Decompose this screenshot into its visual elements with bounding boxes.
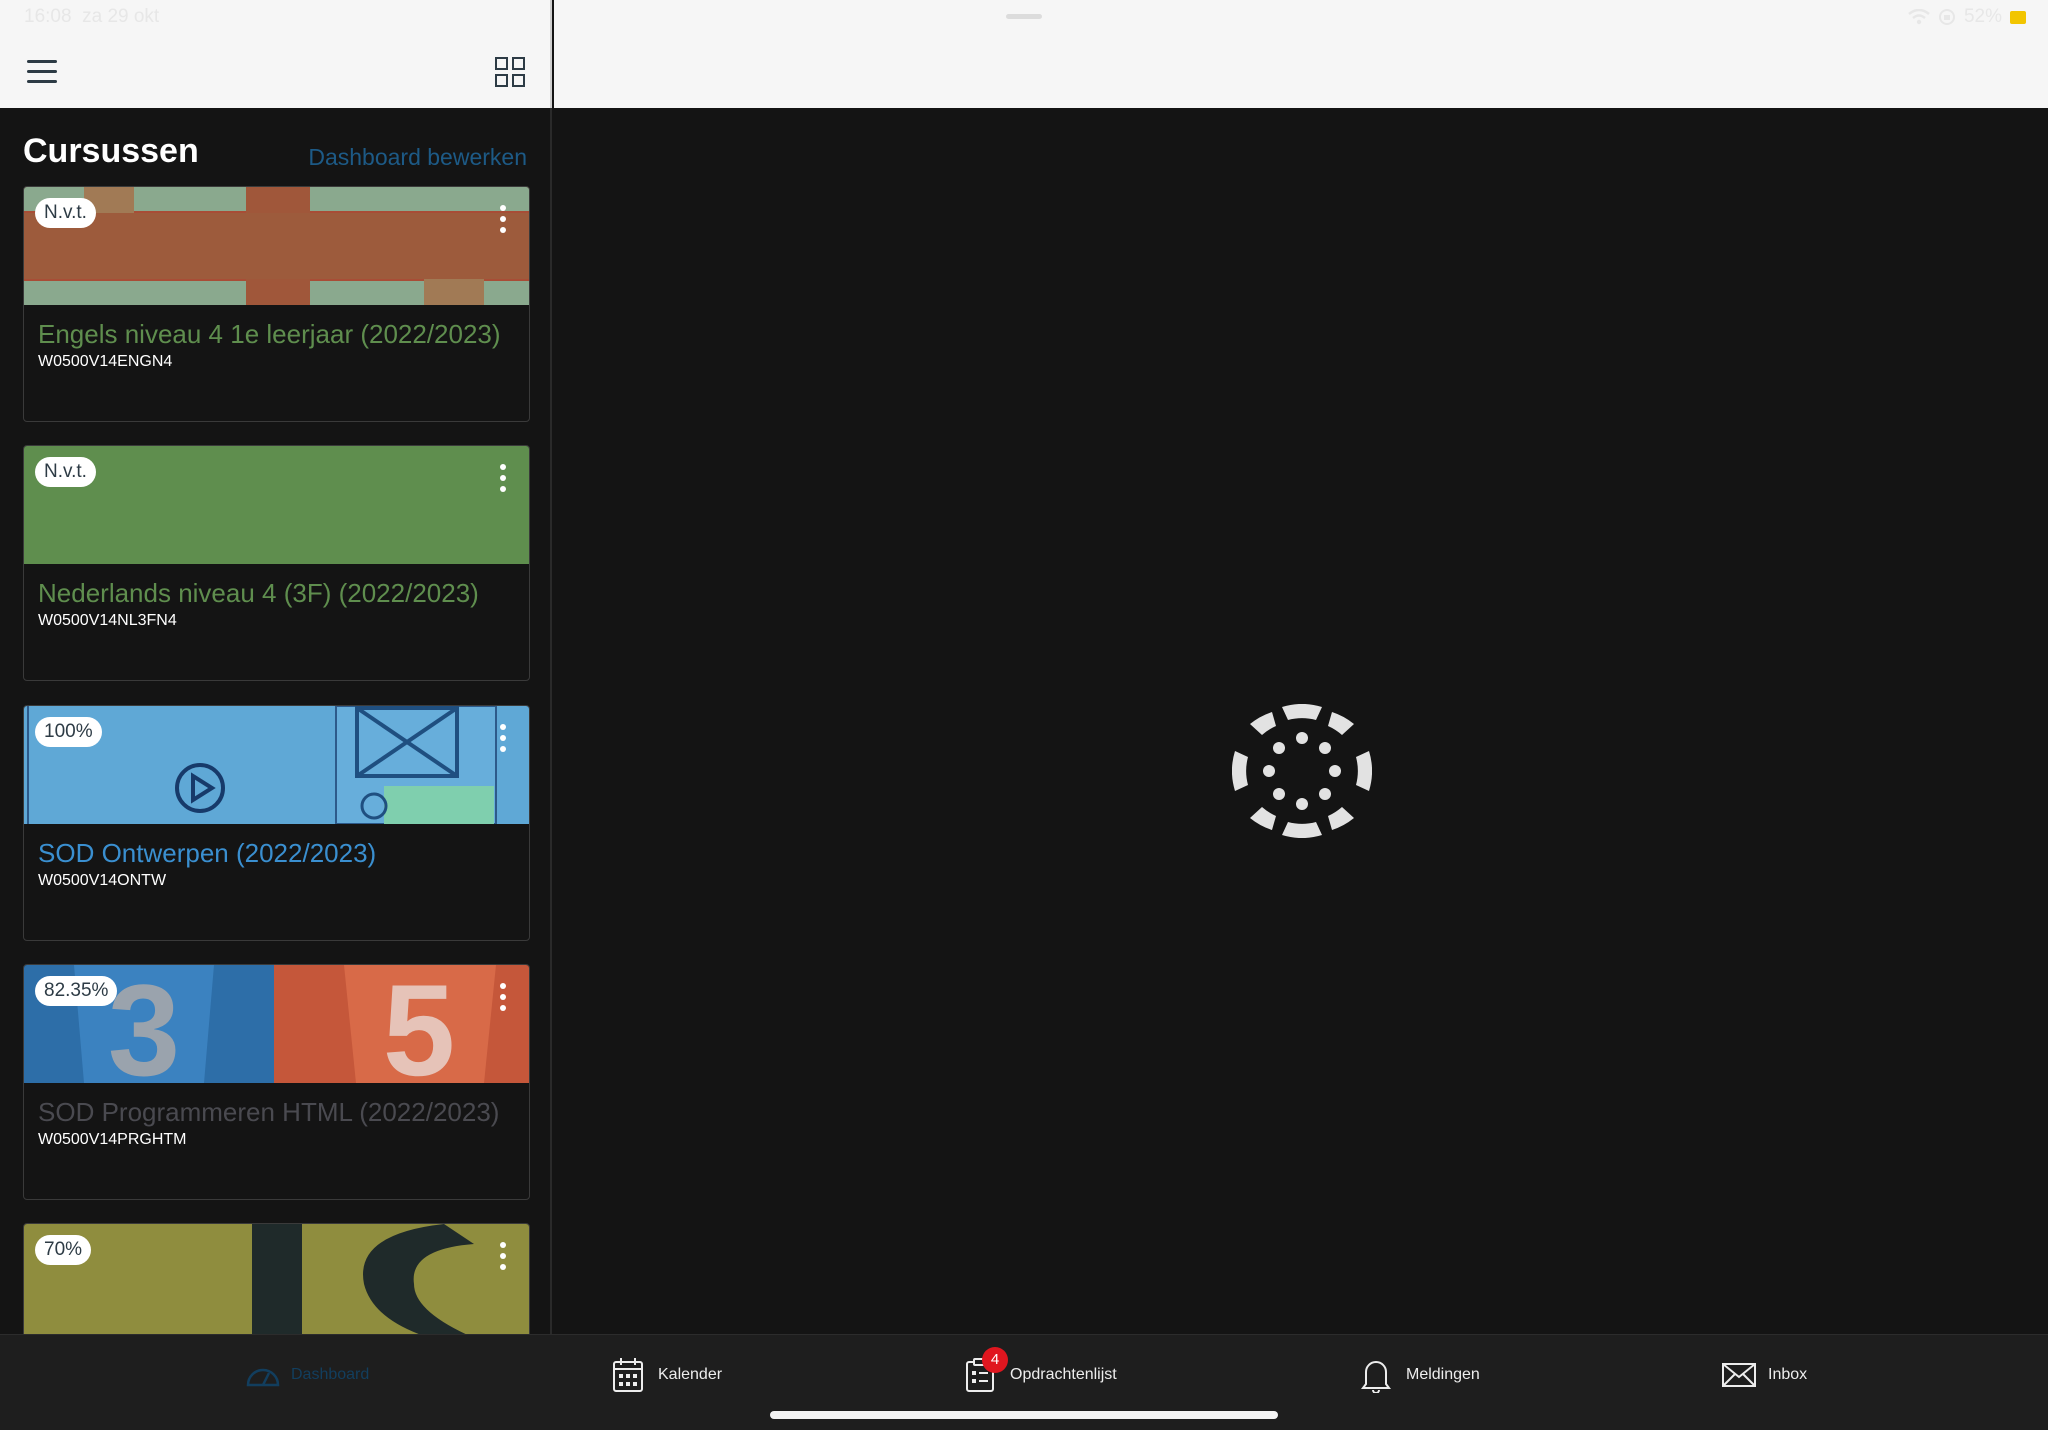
svg-text:5: 5 <box>383 965 455 1083</box>
battery-icon <box>2010 10 2026 24</box>
status-right: 52% <box>1908 6 2026 28</box>
dashboard-icon <box>245 1357 280 1393</box>
tab-inbox[interactable]: Inbox <box>1722 1355 1807 1395</box>
tab-calendar[interactable]: Kalender <box>612 1355 722 1395</box>
more-options-icon[interactable] <box>499 724 507 754</box>
loading-spinner-icon <box>1232 704 1372 838</box>
wifi-icon <box>1908 9 1930 25</box>
bell-icon <box>1360 1357 1392 1394</box>
course-code: W0500V14NL3FN4 <box>38 612 177 629</box>
grade-badge: 82.35% <box>35 976 118 1006</box>
page-title: Cursussen <box>23 132 199 170</box>
course-code: W0500V14ENGN4 <box>38 353 173 370</box>
svg-text:3: 3 <box>108 965 180 1083</box>
edit-dashboard-link[interactable]: Dashboard bewerken <box>308 144 527 171</box>
course-card[interactable]: N.v.t. Nederlands niveau 4 (3F) (2022/20… <box>23 445 530 681</box>
tab-dashboard[interactable]: Dashboard <box>245 1355 369 1395</box>
course-card[interactable]: 70% <box>23 1223 530 1334</box>
status-date: za 29 okt <box>82 6 160 27</box>
lock-rotation-icon <box>1938 9 1955 25</box>
more-options-icon[interactable] <box>499 983 507 1013</box>
hamburger-icon[interactable] <box>27 60 57 84</box>
status-clock: 16:08 <box>24 6 72 27</box>
course-code: W0500V14PRGHTM <box>38 1131 187 1148</box>
course-title: Nederlands niveau 4 (3F) (2022/2023) <box>38 578 479 608</box>
grade-badge: N.v.t. <box>35 198 96 228</box>
course-title: Engels niveau 4 1e leerjaar (2022/2023) <box>38 319 501 349</box>
more-options-icon[interactable] <box>499 1242 507 1272</box>
grid-view-icon[interactable] <box>495 57 527 89</box>
more-options-icon[interactable] <box>499 205 507 235</box>
tab-notifications[interactable]: Meldingen <box>1360 1355 1480 1395</box>
course-image <box>24 187 529 305</box>
courses-panel: Cursussen Dashboard bewerken N.v.t. Enge… <box>0 108 552 1334</box>
course-card[interactable]: 100% SOD Ontwerpen (2022/2023) W0500V14O… <box>23 705 530 941</box>
battery-percent: 52% <box>1963 6 2002 27</box>
multitasking-dots[interactable] <box>1006 14 1042 19</box>
tab-label: Inbox <box>1768 1366 1808 1383</box>
home-indicator[interactable] <box>770 1411 1278 1419</box>
more-options-icon[interactable] <box>499 464 507 494</box>
tab-todo-list[interactable]: 4 Opdrachtenlijst <box>964 1347 1117 1395</box>
course-card[interactable]: N.v.t. Engels niveau 4 1e leerjaar (2022… <box>23 186 530 422</box>
course-banner <box>24 446 529 564</box>
course-image <box>24 1224 529 1334</box>
tab-label: Kalender <box>658 1366 723 1383</box>
course-code: W0500V14ONTW <box>38 872 167 889</box>
todo-list-icon: 4 <box>964 1347 1008 1393</box>
course-banner <box>24 1224 529 1334</box>
course-title: SOD Programmeren HTML (2022/2023) <box>38 1097 500 1127</box>
mail-icon <box>1722 1357 1756 1393</box>
tab-label: Dashboard <box>291 1366 370 1383</box>
grade-badge: 100% <box>35 717 102 747</box>
status-bar: 16:08 za 29 okt 52% <box>0 0 2048 34</box>
grade-badge: N.v.t. <box>35 457 96 487</box>
tab-label: Meldingen <box>1406 1366 1480 1383</box>
course-banner <box>24 187 529 305</box>
tab-label: Opdrachtenlijst <box>1010 1366 1117 1383</box>
status-time: 16:08 za 29 okt <box>24 6 159 28</box>
notification-badge: 4 <box>982 1347 1008 1373</box>
course-title: SOD Ontwerpen (2022/2023) <box>38 838 377 868</box>
grade-badge: 70% <box>35 1235 92 1265</box>
course-card[interactable]: 3 5 82.35% SOD Programmeren HTML (2022/2… <box>23 964 530 1200</box>
calendar-icon <box>612 1357 644 1393</box>
